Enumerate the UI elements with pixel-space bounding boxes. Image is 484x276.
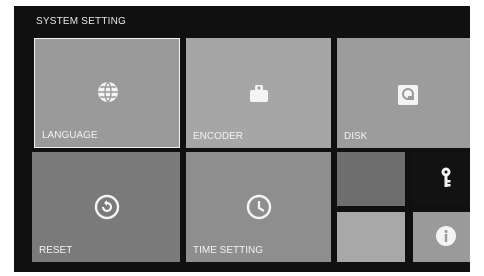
tile-language[interactable]: LANGUAGE: [34, 38, 180, 148]
tile-small-light[interactable]: [337, 212, 405, 262]
tile-language-label: LANGUAGE: [42, 130, 98, 141]
tile-disk[interactable]: DISK: [337, 38, 470, 148]
page-title: SYSTEM SETTING: [36, 16, 127, 27]
tile-small-dark[interactable]: [337, 152, 405, 206]
tile-encoder[interactable]: ENCODER: [186, 38, 331, 148]
tile-info[interactable]: [413, 212, 470, 262]
tile-time-setting[interactable]: TIME SETTING: [186, 152, 331, 262]
info-icon: [434, 224, 458, 248]
clock-icon: [244, 192, 274, 222]
tile-encoder-label: ENCODER: [193, 131, 244, 142]
tile-key[interactable]: [413, 152, 470, 206]
encoder-icon: [244, 80, 274, 106]
tile-reset[interactable]: RESET: [32, 152, 180, 262]
disk-icon: [395, 82, 421, 108]
tile-time-setting-label: TIME SETTING: [193, 245, 263, 256]
key-icon: [439, 166, 453, 190]
system-setting-screen: SYSTEM SETTING LANGUAGE ENCODER DISK RES…: [14, 6, 470, 272]
tile-disk-label: DISK: [344, 131, 368, 142]
reset-icon: [92, 192, 122, 222]
tile-reset-label: RESET: [39, 245, 73, 256]
globe-icon: [91, 79, 125, 105]
